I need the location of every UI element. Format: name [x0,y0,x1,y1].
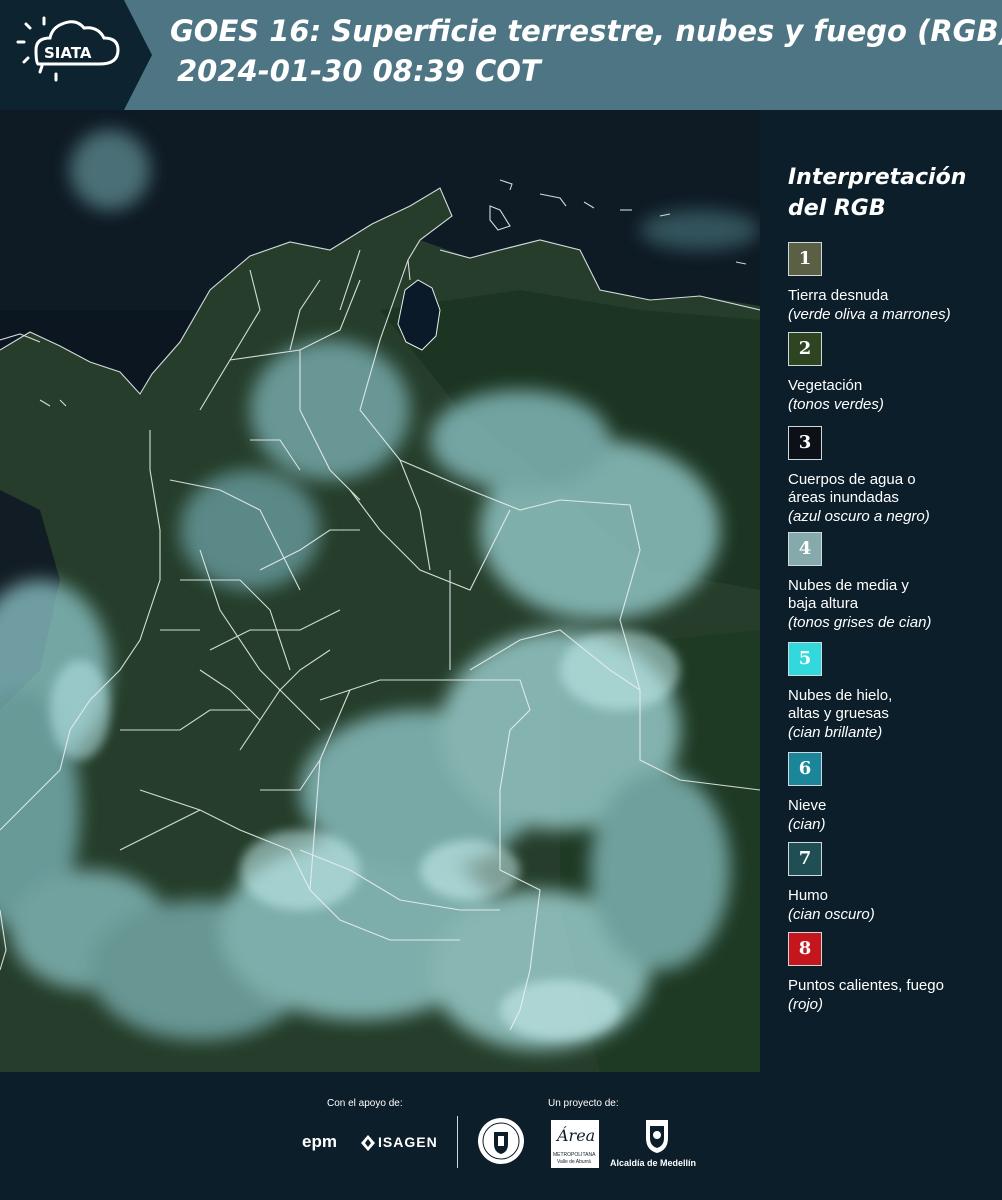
footer: Con el apoyo de: Un proyecto de: epm ISA… [0,1072,1002,1200]
project-label: Un proyecto de: [548,1098,619,1109]
legend-swatch: 6 [788,752,822,786]
epm-logo-text: epm [302,1132,337,1151]
legend-description: (verde oliva a marrones) [788,306,951,323]
area-logo-text: Área [557,1126,596,1145]
area-logo-sub1: METROPOLITANA [553,1152,596,1158]
legend-item-7: 7 Humo (cian oscuro) [788,842,998,924]
legend-item-5: 5 Nubes de hielo, altas y gruesas (cian br… [788,642,998,742]
isagen-logo-text: ISAGEN [378,1134,438,1150]
legend-description: (tonos verdes) [788,396,884,413]
satellite-image [0,110,761,1072]
legend-label: Tierra desnuda [788,287,889,304]
medellin-shield-icon [646,1120,668,1153]
legend-swatch: 3 [788,426,822,460]
alcaldia-logo: Alcaldía de Medellín [610,1118,710,1170]
isagen-icon [361,1135,375,1151]
legend-description: (tonos grises de cian) [788,614,932,631]
legend-description: (rojo) [788,996,824,1013]
legend-description: (cian brillante) [788,724,883,741]
legend-label: Nubes de hielo, altas y gruesas [788,687,893,722]
legend-description: (azul oscuro a negro) [788,508,930,525]
header-bar: SIATA GOES 16: Superficie terrestre, nub… [0,0,1002,110]
legend-item-4: 4 Nubes de media y baja altura (tonos gris… [788,532,998,632]
legend-item-8: 8 Puntos calientes, fuego (rojo) [788,932,998,1014]
legend-title: Interpretación del RGB [788,165,967,221]
support-label: Con el apoyo de: [327,1098,403,1109]
legend-swatch: 1 [788,242,822,276]
legend-swatch: 5 [788,642,822,676]
legend-label: Nieve [788,797,827,814]
satellite-map [0,110,761,1072]
legend-item-6: 6 Nieve (cian) [788,752,998,834]
legend-label: Nubes de media y baja altura [788,577,909,612]
legend-label: Puntos calientes, fuego [788,977,944,994]
legend-swatch: 2 [788,332,822,366]
antioquia-seal [476,1116,526,1166]
area-logo-sub2: Valle de Aburrá [557,1159,591,1165]
seal-icon [478,1118,524,1164]
alcaldia-logo-text: Alcaldía de Medellín [610,1158,697,1168]
area-metropolitana-logo: Área METROPOLITANA Valle de Aburrá [551,1120,599,1168]
legend-item-2: 2 Vegetación (tonos verdes) [788,332,998,414]
legend-item-3: 3 Cuerpos de agua o áreas inundadas (azul … [788,426,998,526]
page-timestamp: 2024-01-30 08:39 COT [177,54,541,88]
footer-divider [457,1116,458,1168]
legend-item-1: 1 Tierra desnuda (verde oliva a marrones) [788,242,998,324]
legend-description: (cian) [788,816,826,833]
epm-logo: epm [302,1132,352,1156]
legend-description: (cian oscuro) [788,906,875,923]
legend-panel: Interpretación del RGB 1 Tierra desnuda (v… [770,110,1002,1072]
page-title: GOES 16: Superficie terrestre, nubes y f… [170,14,1002,48]
isagen-logo: ISAGEN [360,1132,444,1156]
legend-label: Humo [788,887,829,904]
legend-swatch: 8 [788,932,822,966]
siata-logo: SIATA [0,0,152,110]
legend-swatch: 7 [788,842,822,876]
legend-label: Cuerpos de agua o áreas inundadas [788,471,916,506]
logo-text: SIATA [44,44,92,62]
legend-swatch: 4 [788,532,822,566]
legend-label: Vegetación [788,377,863,394]
